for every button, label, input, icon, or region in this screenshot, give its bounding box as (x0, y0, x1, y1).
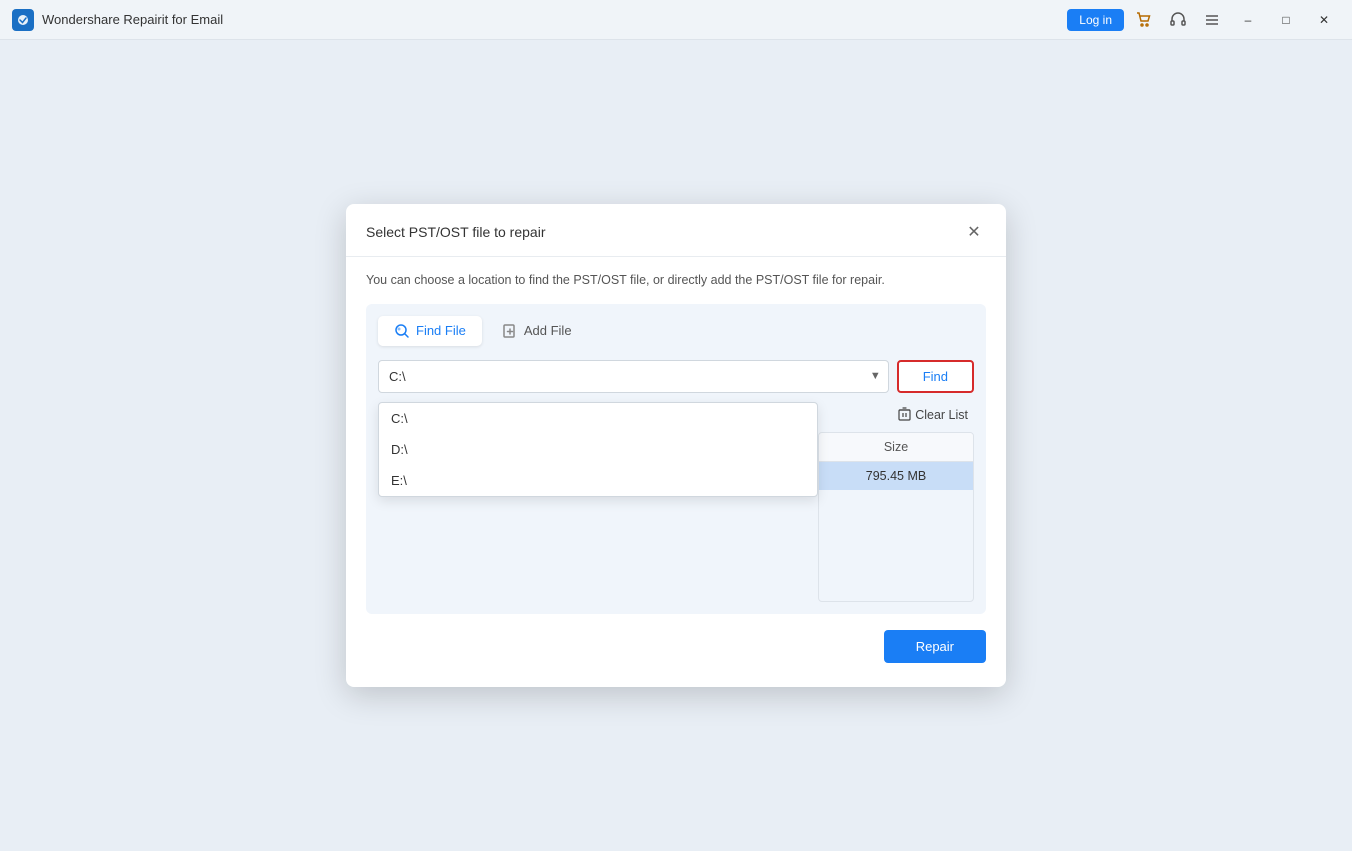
minimize-button[interactable]: – (1232, 4, 1264, 36)
tab-find-file[interactable]: Find File (378, 316, 482, 346)
trash-icon (898, 407, 911, 424)
dropdown-item-d[interactable]: D:\ (379, 434, 817, 465)
tab-add-file-label: Add File (524, 323, 572, 338)
dropdown-item-e[interactable]: E:\ (379, 465, 817, 496)
results-table: Size 795.45 MB (819, 433, 973, 490)
titlebar: Wondershare Repairit for Email Log in – … (0, 0, 1352, 40)
main-content: Select PST/OST file to repair ✕ You can … (0, 40, 1352, 851)
repair-button[interactable]: Repair (884, 630, 986, 663)
table-row[interactable]: 795.45 MB (819, 461, 973, 490)
app-logo (12, 9, 34, 31)
clear-list-label: Clear List (915, 408, 968, 422)
add-file-icon (502, 323, 518, 339)
cart-icon[interactable] (1130, 6, 1158, 34)
find-row: C:\ D:\ E:\ ▼ Find (378, 360, 974, 393)
drive-dropdown: C:\ D:\ E:\ (378, 402, 818, 497)
headset-icon[interactable] (1164, 6, 1192, 34)
tabs: Find File Add File (378, 316, 974, 346)
drive-select[interactable]: C:\ D:\ E:\ (378, 360, 889, 393)
clear-list-button[interactable]: Clear List (892, 403, 974, 428)
size-cell: 795.45 MB (819, 461, 973, 490)
results-header: Clear List (818, 403, 974, 428)
drive-select-wrapper: C:\ D:\ E:\ ▼ (378, 360, 889, 393)
login-button[interactable]: Log in (1067, 9, 1124, 31)
dialog-subtitle: You can choose a location to find the PS… (346, 257, 1006, 304)
dialog-title: Select PST/OST file to repair (366, 224, 545, 240)
close-window-button[interactable]: ✕ (1308, 4, 1340, 36)
right-panel: Clear List Size (818, 403, 974, 602)
find-panel: C:\ D:\ E:\ ▼ Find C:\ D:\ E:\ (378, 360, 974, 602)
find-button[interactable]: Find (897, 360, 974, 393)
select-file-dialog: Select PST/OST file to repair ✕ You can … (346, 204, 1006, 687)
tab-find-file-label: Find File (416, 323, 466, 338)
results-table-container[interactable]: Size 795.45 MB (818, 432, 974, 602)
maximize-button[interactable]: □ (1270, 4, 1302, 36)
app-title: Wondershare Repairit for Email (42, 12, 1067, 27)
titlebar-actions: Log in – □ ✕ (1067, 4, 1340, 36)
tab-add-file[interactable]: Add File (486, 316, 588, 346)
dialog-header: Select PST/OST file to repair ✕ (346, 204, 1006, 257)
size-col-header: Size (819, 433, 973, 462)
tab-container: Find File Add File C:\ D:\ (366, 304, 986, 614)
dropdown-item-c[interactable]: C:\ (379, 403, 817, 434)
menu-icon[interactable] (1198, 6, 1226, 34)
dialog-close-button[interactable]: ✕ (962, 220, 986, 244)
find-file-icon (394, 323, 410, 339)
dialog-footer: Repair (346, 614, 1006, 663)
